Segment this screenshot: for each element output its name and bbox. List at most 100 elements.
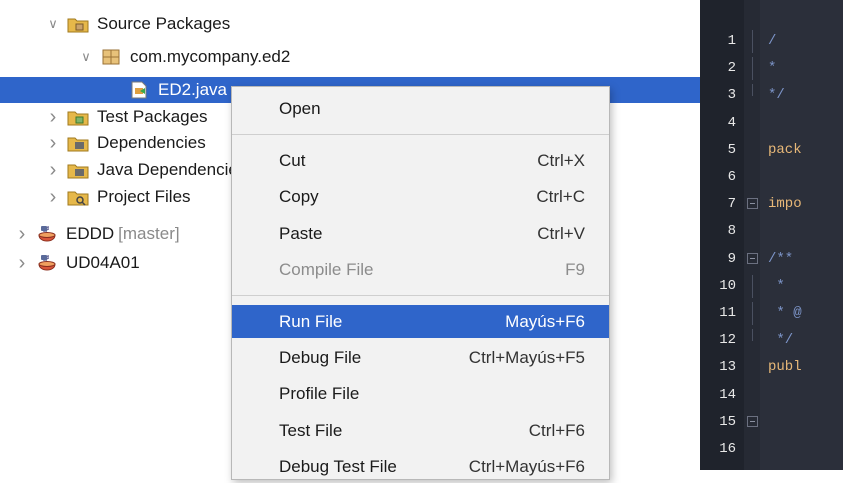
- line-number: 8: [727, 223, 736, 240]
- tree-item-label: Source Packages: [97, 14, 231, 33]
- editor-line[interactable]: 7 impo: [700, 193, 843, 216]
- chevron-right-icon[interactable]: ›: [14, 223, 30, 246]
- line-number: 15: [719, 413, 736, 430]
- fold-guide: [752, 329, 753, 342]
- tree-item-source-packages[interactable]: ∨ Source Packages: [0, 11, 745, 37]
- line-number: 2: [727, 60, 736, 77]
- code-text: */: [768, 87, 785, 104]
- code-text: /: [768, 33, 777, 49]
- menu-item-profile-file[interactable]: Profile File: [232, 377, 609, 410]
- fold-toggle-icon[interactable]: [747, 198, 758, 210]
- fold-guide: [752, 30, 753, 53]
- menu-item-paste[interactable]: Paste Ctrl+V: [232, 217, 609, 250]
- menu-item-label: Cut: [279, 150, 306, 170]
- editor-line[interactable]: 12 */: [700, 329, 843, 352]
- menu-item-shortcut: Mayús+F6: [505, 311, 585, 331]
- source-packages-icon: [67, 15, 89, 33]
- line-number: 13: [719, 359, 736, 376]
- menu-item-shortcut: Ctrl+X: [537, 150, 585, 170]
- line-number: 10: [719, 277, 736, 294]
- editor-line[interactable]: 3 */: [700, 84, 843, 107]
- chevron-right-icon[interactable]: ›: [14, 252, 30, 275]
- editor-line[interactable]: 13 publ: [700, 356, 843, 379]
- menu-item-shortcut: Ctrl+Mayús+F6: [468, 456, 585, 476]
- fold-guide: [752, 274, 753, 298]
- line-number: 12: [719, 332, 736, 349]
- menu-separator: [232, 134, 609, 135]
- menu-item-open[interactable]: Open: [232, 92, 609, 125]
- jar-library-icon: [67, 161, 89, 179]
- menu-item-test-file[interactable]: Test File Ctrl+F6: [232, 414, 609, 447]
- line-number: 4: [727, 114, 736, 131]
- code-text: pack: [768, 141, 802, 158]
- line-number: 16: [719, 441, 736, 457]
- menu-item-label: Debug Test File: [279, 456, 397, 476]
- chevron-right-icon[interactable]: ›: [45, 159, 61, 182]
- menu-item-compile-file: Compile File F9: [232, 253, 609, 286]
- editor-line[interactable]: 14: [700, 384, 843, 407]
- editor-line[interactable]: 16: [700, 438, 843, 461]
- menu-item-label: Open: [279, 98, 321, 118]
- menu-item-label: Run File: [279, 311, 343, 331]
- menu-item-debug-file[interactable]: Debug File Ctrl+Mayús+F5: [232, 341, 609, 374]
- fold-guide: [752, 57, 753, 81]
- editor-line[interactable]: 5 pack: [700, 139, 843, 162]
- tree-item-label: Dependencies: [97, 133, 206, 152]
- chevron-right-icon[interactable]: ›: [45, 186, 61, 209]
- code-text: * @: [768, 305, 802, 321]
- tree-item-package[interactable]: ∨ com.mycompany.ed2: [0, 44, 778, 70]
- maven-project-icon: [36, 225, 58, 243]
- fold-guide: [752, 302, 753, 325]
- code-text: impo: [768, 196, 802, 213]
- menu-item-label: Paste: [279, 223, 323, 243]
- fold-toggle-icon[interactable]: [747, 252, 758, 264]
- line-number: 11: [719, 305, 736, 321]
- editor-line[interactable]: 2 *: [700, 57, 843, 81]
- chevron-down-icon[interactable]: ∨: [45, 16, 61, 32]
- line-number: 5: [727, 141, 736, 158]
- tree-item-label: com.mycompany.ed2: [130, 47, 291, 66]
- menu-item-copy[interactable]: Copy Ctrl+C: [232, 180, 609, 213]
- menu-item-label: Test File: [279, 420, 343, 440]
- menu-item-shortcut: Ctrl+C: [536, 186, 585, 206]
- menu-item-label: Copy: [279, 186, 319, 206]
- code-text: */: [768, 332, 794, 349]
- line-number: 6: [727, 169, 736, 185]
- menu-item-shortcut: Ctrl+Mayús+F5: [468, 347, 585, 367]
- menu-item-shortcut: F9: [565, 259, 585, 279]
- menu-item-cut[interactable]: Cut Ctrl+X: [232, 144, 609, 177]
- tree-item-label: Java Dependencies: [97, 160, 247, 179]
- line-number: 9: [727, 250, 736, 267]
- menu-item-label: Debug File: [279, 347, 362, 367]
- menu-item-shortcut: Ctrl+F6: [528, 420, 585, 440]
- code-text: /**: [768, 250, 794, 267]
- project-files-icon: [67, 188, 89, 206]
- tree-item-label: Test Packages: [97, 107, 208, 126]
- editor-line[interactable]: 4: [700, 112, 843, 135]
- line-number: 3: [727, 87, 736, 104]
- editor-line[interactable]: 9 /**: [700, 248, 843, 271]
- fold-guide: [752, 84, 753, 97]
- chevron-down-icon[interactable]: ∨: [78, 49, 94, 65]
- git-branch-label: [master]: [118, 224, 180, 243]
- tree-item-label: Project Files: [97, 187, 191, 206]
- chevron-right-icon[interactable]: ›: [45, 132, 61, 155]
- line-number: 7: [727, 196, 736, 213]
- code-editor[interactable]: 1/2 * 3 */4 5 pack 6 7 impo 8 9/** 10 * 11 * @12 */1…: [700, 0, 843, 470]
- test-packages-icon: [67, 108, 89, 126]
- menu-item-label: Compile File: [279, 259, 374, 279]
- menu-item-label: Profile File: [279, 383, 360, 403]
- editor-line[interactable]: 1/: [700, 30, 843, 53]
- menu-item-debug-test-file[interactable]: Debug Test File Ctrl+Mayús+F6: [232, 450, 609, 483]
- editor-line[interactable]: 8: [700, 220, 843, 243]
- editor-line[interactable]: 6: [700, 166, 843, 189]
- menu-item-run-file[interactable]: Run File Mayús+F6: [232, 305, 609, 338]
- context-menu: Open Cut Ctrl+X Copy Ctrl+C Paste Ctrl+V Compil…: [231, 86, 610, 480]
- fold-toggle-icon[interactable]: [747, 415, 758, 427]
- editor-line[interactable]: 15: [700, 411, 843, 434]
- tree-item-label: UD04A01: [66, 253, 140, 272]
- chevron-right-icon[interactable]: ›: [45, 106, 61, 129]
- code-text: publ: [768, 359, 802, 376]
- editor-line[interactable]: 10 *: [700, 274, 843, 298]
- editor-line[interactable]: 11 * @: [700, 302, 843, 325]
